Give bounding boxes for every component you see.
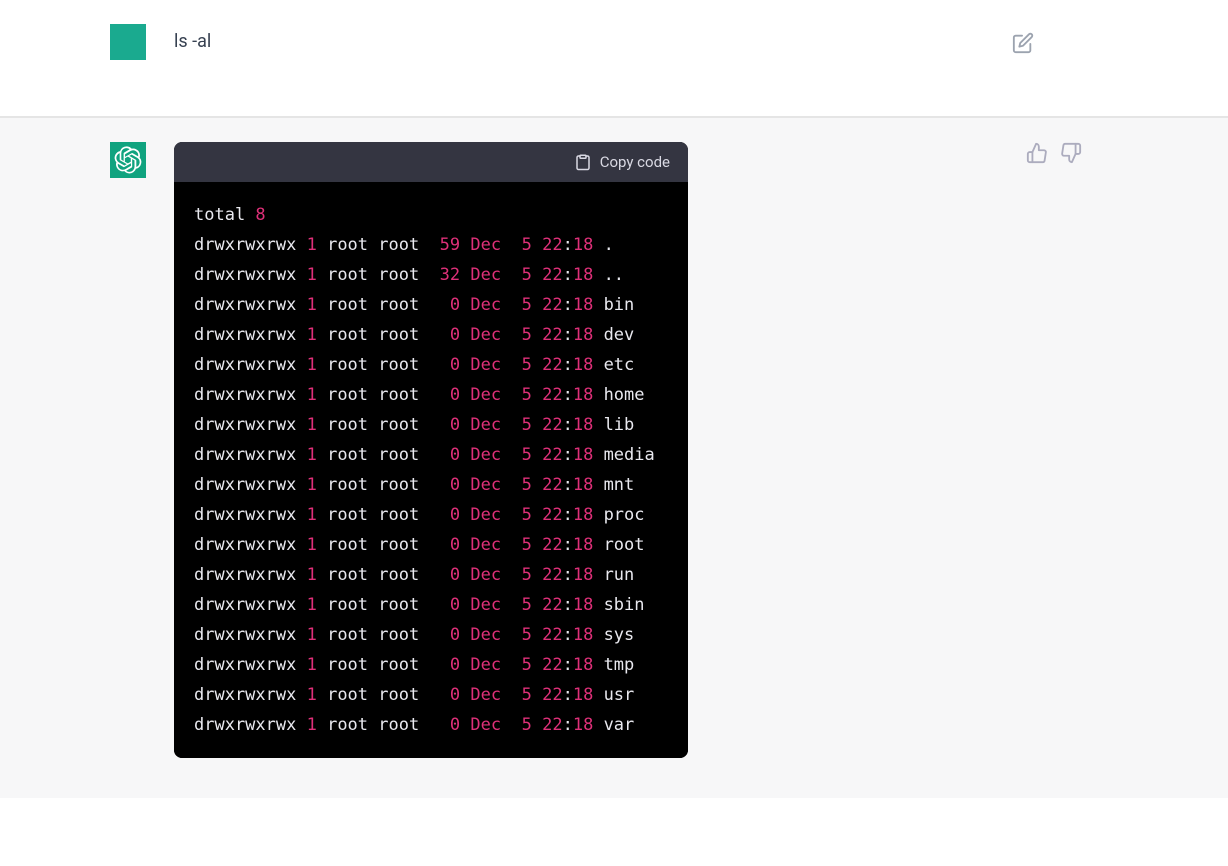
openai-logo-icon xyxy=(114,146,142,174)
user-message-row: ls -al xyxy=(0,0,1228,117)
code-block: Copy code total 8 drwxrwxrwx 1 root root… xyxy=(174,142,688,758)
user-prompt-text: ls -al xyxy=(174,24,211,60)
feedback-buttons xyxy=(1026,142,1082,168)
thumbs-up-button[interactable] xyxy=(1026,142,1048,168)
code-output: total 8 drwxrwxrwx 1 root root 59 Dec 5 … xyxy=(174,182,688,758)
copy-code-button[interactable]: Copy code xyxy=(174,142,688,182)
clipboard-icon xyxy=(574,152,592,172)
assistant-avatar xyxy=(110,142,146,178)
edit-button[interactable] xyxy=(1012,32,1034,58)
thumbs-down-icon xyxy=(1060,142,1082,164)
user-avatar xyxy=(110,24,146,60)
copy-code-label: Copy code xyxy=(600,153,670,171)
thumbs-up-icon xyxy=(1026,142,1048,164)
thumbs-down-button[interactable] xyxy=(1060,142,1082,168)
assistant-message-row: Copy code total 8 drwxrwxrwx 1 root root… xyxy=(0,117,1228,798)
edit-icon xyxy=(1012,32,1034,54)
